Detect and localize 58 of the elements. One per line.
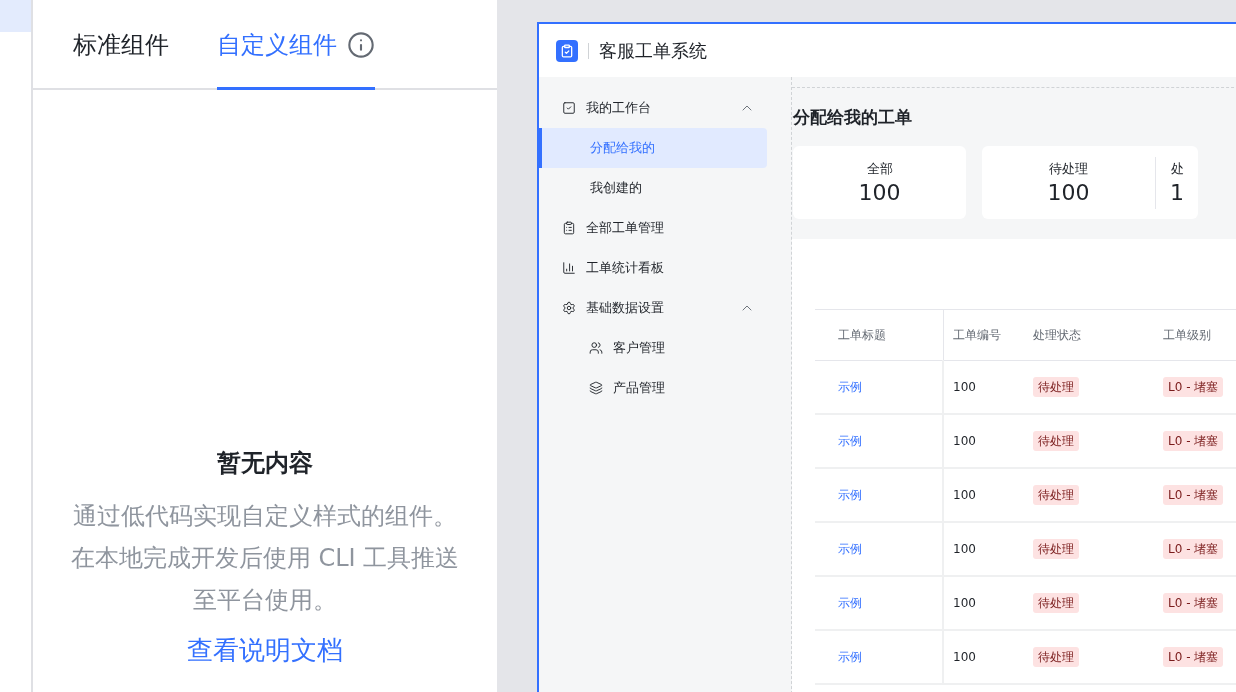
- stat-value: 100: [1047, 180, 1090, 205]
- stat-label: 待处理: [1049, 160, 1088, 178]
- empty-title: 暂无内容: [217, 448, 313, 479]
- ticket-link[interactable]: 示例: [838, 595, 862, 610]
- nav-item[interactable]: 全部工单管理: [539, 208, 767, 248]
- highlight-bar: [0, 0, 31, 32]
- tab[interactable]: 标准组件: [73, 0, 169, 90]
- nav-item[interactable]: 我创建的: [539, 168, 767, 208]
- column-header: 工单编号: [943, 309, 1022, 361]
- ticket-link[interactable]: 示例: [838, 487, 862, 502]
- nav-item[interactable]: 工单统计看板: [539, 248, 767, 288]
- level-tag: L0 - 堵塞: [1163, 592, 1224, 613]
- stat-value: 100: [858, 180, 901, 205]
- column-header: 工单级别: [1152, 309, 1236, 361]
- tab[interactable]: 自定义组件: [217, 0, 375, 90]
- layers-icon: [589, 381, 603, 395]
- level-tag: L0 - 堵塞: [1163, 430, 1224, 451]
- settings-icon: [562, 301, 576, 315]
- status-tag: 待处理: [1033, 646, 1079, 667]
- ticket-link[interactable]: 示例: [838, 541, 862, 556]
- table-cell: 100: [943, 630, 1022, 684]
- nav-item[interactable]: 产品管理: [539, 368, 767, 408]
- nav-item[interactable]: 客户管理: [539, 328, 767, 368]
- ticket-link[interactable]: 示例: [838, 433, 862, 448]
- level-tag: L0 - 堵塞: [1163, 484, 1224, 505]
- status-tag: 待处理: [1033, 430, 1079, 451]
- nav-item[interactable]: 我的工作台: [539, 88, 767, 128]
- users-icon: [589, 341, 603, 355]
- level-tag: L0 - 堵塞: [1163, 538, 1224, 559]
- status-tag: 待处理: [1033, 376, 1079, 397]
- table-cell: 100: [943, 468, 1022, 522]
- table-cell: 100: [943, 414, 1022, 468]
- table-cell: 100: [943, 576, 1022, 630]
- stat-label: 全部: [866, 160, 893, 178]
- app-title: 客服工单系统: [599, 38, 707, 63]
- status-tag: 待处理: [1033, 484, 1079, 505]
- column-header: 工单标题: [815, 309, 943, 361]
- column-header: 处理状态: [1022, 309, 1152, 361]
- bar-chart-icon: [562, 261, 576, 275]
- empty-description: 通过低代码实现自定义样式的组件。在本地完成开发后使用 CLI 工具推送至平台使用。: [69, 501, 461, 616]
- ticket-link[interactable]: 示例: [838, 379, 862, 394]
- status-tag: 待处理: [1033, 538, 1079, 559]
- level-tag: L0 - 堵塞: [1163, 376, 1224, 397]
- page-title: 分配给我的工单: [792, 87, 1236, 136]
- ticket-link[interactable]: 示例: [838, 649, 862, 664]
- level-tag: L0 - 堵塞: [1163, 646, 1224, 667]
- info-icon[interactable]: [347, 30, 375, 59]
- nav-item[interactable]: 分配给我的: [539, 128, 767, 168]
- nav-item[interactable]: 基础数据设置: [539, 288, 767, 328]
- table-cell: 100: [943, 360, 1022, 414]
- app-logo-icon: [556, 39, 578, 62]
- stat-value: 1: [1170, 180, 1184, 205]
- table-cell: 100: [943, 522, 1022, 576]
- docs-link[interactable]: 查看说明文档: [187, 633, 343, 668]
- checkbox-icon: [562, 101, 576, 115]
- clipboard-icon: [562, 221, 576, 235]
- stat-label: 处: [1170, 160, 1184, 178]
- status-tag: 待处理: [1033, 592, 1079, 613]
